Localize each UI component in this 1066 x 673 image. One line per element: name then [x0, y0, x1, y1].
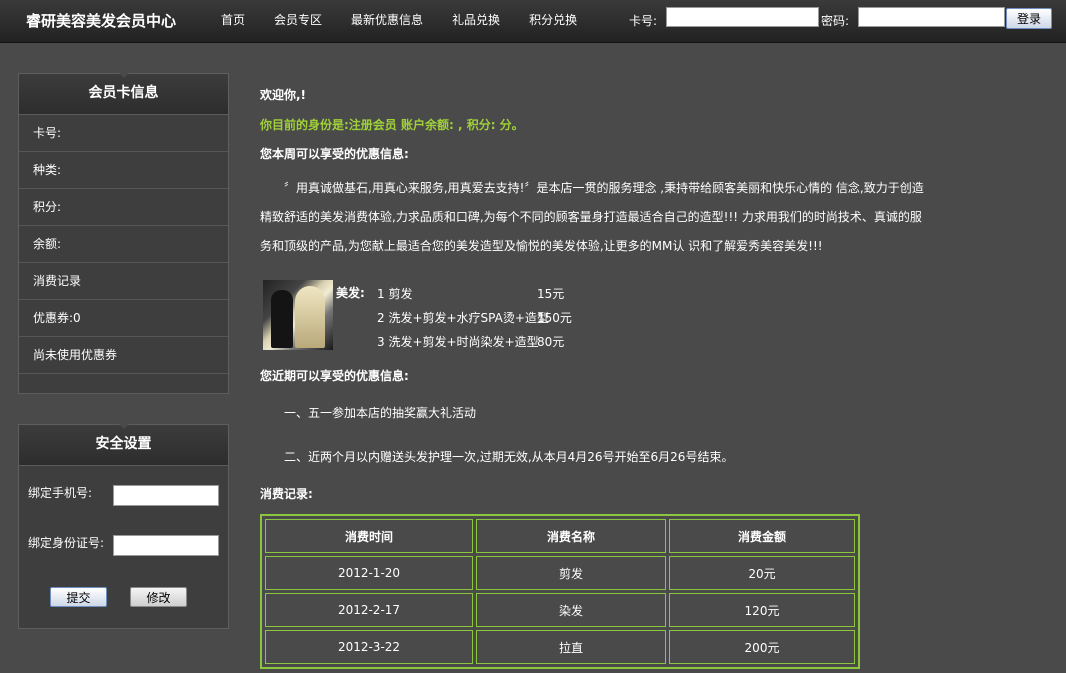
- security-panel: 安全设置 绑定手机号: 绑定身份证号: 提交 修改: [18, 424, 229, 629]
- bind-phone-input[interactable]: [113, 485, 219, 506]
- service-name: 3 洗发+剪发+时尚染发+造型: [377, 335, 539, 349]
- top-bar: 睿研美容美发会员中心 首页 会员专区 最新优惠信息 礼品兑换 积分兑换 卡号: …: [0, 0, 1066, 43]
- table-row: 2012-3-22 拉直 200元: [265, 630, 855, 664]
- welcome-text: 欢迎你,!: [260, 88, 307, 102]
- records-title: 消费记录:: [260, 487, 313, 501]
- store-intro-paragraph: 〞用真诚做基石,用真心来服务,用真爱去支持!〞是本店一贯的服务理念 ,秉持带给顾…: [260, 181, 924, 253]
- recent-offer-item: 二、近两个月以内赠送头发护理一次,过期无效,从本月4月26号开始至6月26号结束…: [284, 450, 734, 464]
- column-header-time: 消费时间: [265, 519, 473, 553]
- column-header-name: 消费名称: [476, 519, 666, 553]
- table-cell: 20元: [669, 556, 855, 590]
- card-number-input[interactable]: [666, 7, 819, 27]
- service-item: 2 洗发+剪发+水疗SPA烫+造型 150元: [377, 309, 572, 326]
- recent-offer-item: 一、五一参加本店的抽奖赢大礼活动: [284, 406, 477, 420]
- service-name: 1 剪发: [377, 287, 413, 301]
- nav-gift-exchange[interactable]: 礼品兑换: [452, 11, 500, 28]
- service-item: 3 洗发+剪发+时尚染发+造型 80元: [377, 333, 564, 350]
- password-input[interactable]: [858, 7, 1005, 27]
- service-name: 2 洗发+剪发+水疗SPA烫+造型: [377, 311, 549, 325]
- consumption-records-table: 消费时间 消费名称 消费金额 2012-1-20 剪发 20元 2012-2-1…: [260, 514, 860, 669]
- table-cell: 200元: [669, 630, 855, 664]
- password-label: 密码:: [821, 14, 850, 28]
- table-cell: 剪发: [476, 556, 666, 590]
- column-header-amount: 消费金额: [669, 519, 855, 553]
- security-panel-title: 安全设置: [95, 436, 152, 452]
- bind-phone-label: 绑定手机号:: [28, 486, 93, 500]
- service-price: 80元: [537, 335, 565, 349]
- service-item: 1 剪发 15元: [377, 285, 564, 302]
- table-row: 2012-2-17 染发 120元: [265, 593, 855, 627]
- weekly-offers-title: 您本周可以享受的优惠信息:: [260, 147, 409, 161]
- site-title: 睿研美容美发会员中心: [26, 12, 177, 30]
- member-card-panel-title: 会员卡信息: [88, 85, 159, 101]
- consumption-record-link[interactable]: 消费记录: [19, 263, 228, 300]
- table-cell: 染发: [476, 593, 666, 627]
- table-cell: 120元: [669, 593, 855, 627]
- table-row: 2012-1-20 剪发 20元: [265, 556, 855, 590]
- unused-coupons-row[interactable]: 尚未使用优惠券: [19, 337, 228, 374]
- nav-home[interactable]: 首页: [221, 11, 245, 28]
- card-type-row: 种类:: [19, 152, 228, 189]
- card-number-label: 卡号:: [629, 14, 658, 28]
- member-card-panel-header: 会员卡信息: [19, 73, 228, 115]
- recent-offers-title: 您近期可以享受的优惠信息:: [260, 369, 409, 383]
- member-status: 你目前的身份是:注册会员 账户余额: , 积分: 分。: [260, 118, 524, 132]
- card-points-row: 积分:: [19, 189, 228, 226]
- hairstyle-photo: [263, 280, 333, 350]
- table-cell: 2012-1-20: [265, 556, 473, 590]
- modify-button[interactable]: 修改: [130, 587, 187, 607]
- nav-latest-offers[interactable]: 最新优惠信息: [351, 11, 423, 28]
- card-number-row: 卡号:: [19, 115, 228, 152]
- table-cell: 2012-3-22: [265, 630, 473, 664]
- card-balance-row: 余额:: [19, 226, 228, 263]
- nav-member-zone[interactable]: 会员专区: [274, 11, 322, 28]
- table-cell: 拉直: [476, 630, 666, 664]
- service-price: 150元: [537, 311, 572, 325]
- nav-points-exchange[interactable]: 积分兑换: [529, 11, 577, 28]
- main-nav: 首页 会员专区 最新优惠信息 礼品兑换 积分兑换: [221, 11, 606, 28]
- security-panel-header: 安全设置: [19, 424, 228, 466]
- bind-id-label: 绑定身份证号:: [28, 536, 105, 550]
- table-cell: 2012-2-17: [265, 593, 473, 627]
- header-notch: [119, 424, 129, 429]
- login-button[interactable]: 登录: [1006, 8, 1052, 29]
- header-notch: [119, 73, 129, 78]
- coupon-count-row: 优惠券:0: [19, 300, 228, 337]
- hair-service-label: 美发:: [336, 286, 365, 300]
- bind-id-input[interactable]: [113, 535, 219, 556]
- table-header-row: 消费时间 消费名称 消费金额: [265, 519, 855, 553]
- service-price: 15元: [537, 287, 565, 301]
- submit-button[interactable]: 提交: [50, 587, 107, 607]
- member-card-panel: 会员卡信息 卡号: 种类: 积分: 余额: 消费记录 优惠券:0 尚未使用优惠券: [18, 73, 229, 394]
